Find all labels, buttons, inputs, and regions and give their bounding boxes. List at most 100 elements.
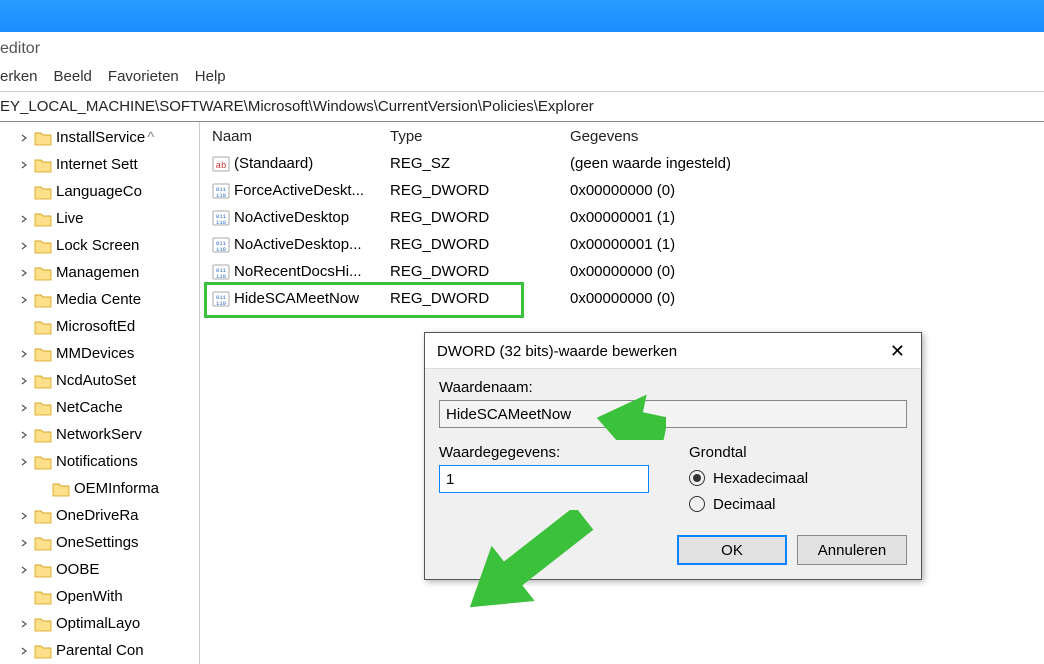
value-name: NoActiveDesktop — [234, 209, 349, 226]
ok-button[interactable]: OK — [677, 535, 787, 565]
tree-item[interactable]: MMDevices — [0, 340, 199, 367]
reg-dword-icon: 011110 — [212, 290, 230, 308]
value-name: (Standaard) — [234, 155, 313, 172]
list-row[interactable]: 011110ForceActiveDeskt... REG_DWORD0x0000… — [200, 177, 1044, 204]
expand-caret-icon[interactable] — [18, 512, 32, 520]
value-data: 0x00000000 (0) — [570, 290, 1044, 307]
tree-item[interactable]: Media Cente — [0, 286, 199, 313]
expand-caret-icon[interactable] — [18, 539, 32, 547]
svg-text:110: 110 — [216, 300, 226, 307]
tree-item[interactable]: InstallService ^ — [0, 124, 199, 151]
value-name-input[interactable] — [439, 400, 907, 428]
tree-panel[interactable]: InstallService ^Internet SettLanguageCoL… — [0, 122, 200, 664]
expand-caret-icon[interactable] — [18, 161, 32, 169]
tree-item[interactable]: OpenWith — [0, 583, 199, 610]
expand-caret-icon[interactable] — [18, 431, 32, 439]
list-row[interactable]: ab (Standaard) REG_SZ(geen waarde ingestel… — [200, 150, 1044, 177]
tree-item[interactable]: NetCache — [0, 394, 199, 421]
folder-icon — [34, 589, 52, 605]
tree-item[interactable]: MicrosoftEd — [0, 313, 199, 340]
value-type: REG_DWORD — [390, 182, 570, 199]
tree-item-label: InstallService — [56, 129, 145, 146]
tree-item[interactable]: OneDriveRa — [0, 502, 199, 529]
tree-item-label: LanguageCo — [56, 183, 142, 200]
tree-item-label: OneDriveRa — [56, 507, 139, 524]
tree-item[interactable]: Notifications — [0, 448, 199, 475]
expand-caret-icon[interactable] — [18, 620, 32, 628]
tree-item[interactable]: NcdAutoSet — [0, 367, 199, 394]
tree-item[interactable]: OptimalLayo — [0, 610, 199, 637]
tree-item-label: Live — [56, 210, 84, 227]
tree-item-label: Media Cente — [56, 291, 141, 308]
tree-item[interactable]: NetworkServ — [0, 421, 199, 448]
tree-item-label: Managemen — [56, 264, 139, 281]
value-data: 0x00000000 (0) — [570, 182, 1044, 199]
tree-item[interactable]: OEMInforma — [0, 475, 199, 502]
dialog-titlebar: DWORD (32 bits)-waarde bewerken ✕ — [425, 333, 921, 369]
expand-caret-icon[interactable] — [18, 134, 32, 142]
window-title: editor — [0, 32, 1044, 62]
os-titlebar — [0, 0, 1044, 32]
radio-icon — [689, 470, 705, 486]
tree-item[interactable]: Live — [0, 205, 199, 232]
expand-caret-icon[interactable] — [18, 647, 32, 655]
close-icon[interactable]: ✕ — [884, 341, 911, 362]
expand-caret-icon[interactable] — [18, 566, 32, 574]
list-row[interactable]: 011110NoActiveDesktop...REG_DWORD0x00000… — [200, 231, 1044, 258]
value-data: (geen waarde ingesteld) — [570, 155, 1044, 172]
tree-item[interactable]: Parental Con — [0, 637, 199, 664]
reg-dword-icon: 011110 — [212, 182, 230, 200]
folder-icon — [34, 157, 52, 173]
folder-icon — [34, 373, 52, 389]
col-data[interactable]: Gegevens — [570, 128, 1044, 145]
list-row[interactable]: 011110NoRecentDocsHi...REG_DWORD0x000000… — [200, 258, 1044, 285]
tree-item-label: NetworkServ — [56, 426, 142, 443]
address-bar[interactable]: EY_LOCAL_MACHINE\SOFTWARE\Microsoft\Wind… — [0, 92, 1044, 122]
folder-icon — [34, 346, 52, 362]
value-data: 0x00000001 (1) — [570, 209, 1044, 226]
menu-favorites[interactable]: Favorieten — [108, 68, 179, 85]
expand-caret-icon[interactable] — [18, 269, 32, 277]
cancel-button[interactable]: Annuleren — [797, 535, 907, 565]
tree-item-label: Lock Screen — [56, 237, 139, 254]
folder-icon — [34, 319, 52, 335]
expand-caret-icon[interactable] — [18, 458, 32, 466]
tree-item[interactable]: LanguageCo — [0, 178, 199, 205]
edit-dword-dialog: DWORD (32 bits)-waarde bewerken ✕ Waarde… — [424, 332, 922, 580]
radio-hex[interactable]: Hexadecimaal — [689, 465, 907, 491]
scroll-indicator: ^ — [147, 129, 154, 146]
tree-item[interactable]: Lock Screen — [0, 232, 199, 259]
radio-dec[interactable]: Decimaal — [689, 491, 907, 517]
expand-caret-icon[interactable] — [18, 404, 32, 412]
tree-item[interactable]: Managemen — [0, 259, 199, 286]
value-data-input[interactable] — [439, 465, 649, 493]
col-type[interactable]: Type — [390, 128, 570, 145]
expand-caret-icon[interactable] — [18, 377, 32, 385]
radio-dec-label: Decimaal — [713, 496, 776, 513]
tree-item-label: OptimalLayo — [56, 615, 140, 632]
list-row[interactable]: 011110NoActiveDesktopREG_DWORD0x00000001… — [200, 204, 1044, 231]
value-type: REG_DWORD — [390, 290, 570, 307]
tree-item-label: OOBE — [56, 561, 99, 578]
tree-item[interactable]: OneSettings — [0, 529, 199, 556]
tree-item[interactable]: Internet Sett — [0, 151, 199, 178]
menu-edit[interactable]: erken — [0, 68, 38, 85]
reg-dword-icon: 011110 — [212, 209, 230, 227]
expand-caret-icon[interactable] — [18, 350, 32, 358]
value-name: NoActiveDesktop... — [234, 236, 362, 253]
svg-text:110: 110 — [216, 246, 226, 253]
tree-item-label: NetCache — [56, 399, 123, 416]
value-type: REG_DWORD — [390, 263, 570, 280]
list-row[interactable]: 011110HideSCAMeetNowREG_DWORD0x00000000 … — [200, 285, 1044, 312]
expand-caret-icon[interactable] — [18, 296, 32, 304]
menu-help[interactable]: Help — [195, 68, 226, 85]
value-data: 0x00000001 (1) — [570, 236, 1044, 253]
value-name: ForceActiveDeskt... — [234, 182, 364, 199]
value-type: REG_SZ — [390, 155, 570, 172]
expand-caret-icon[interactable] — [18, 242, 32, 250]
expand-caret-icon[interactable] — [18, 215, 32, 223]
menu-view[interactable]: Beeld — [54, 68, 92, 85]
tree-item[interactable]: OOBE — [0, 556, 199, 583]
svg-text:ab: ab — [216, 161, 227, 171]
col-name[interactable]: Naam — [200, 128, 390, 145]
